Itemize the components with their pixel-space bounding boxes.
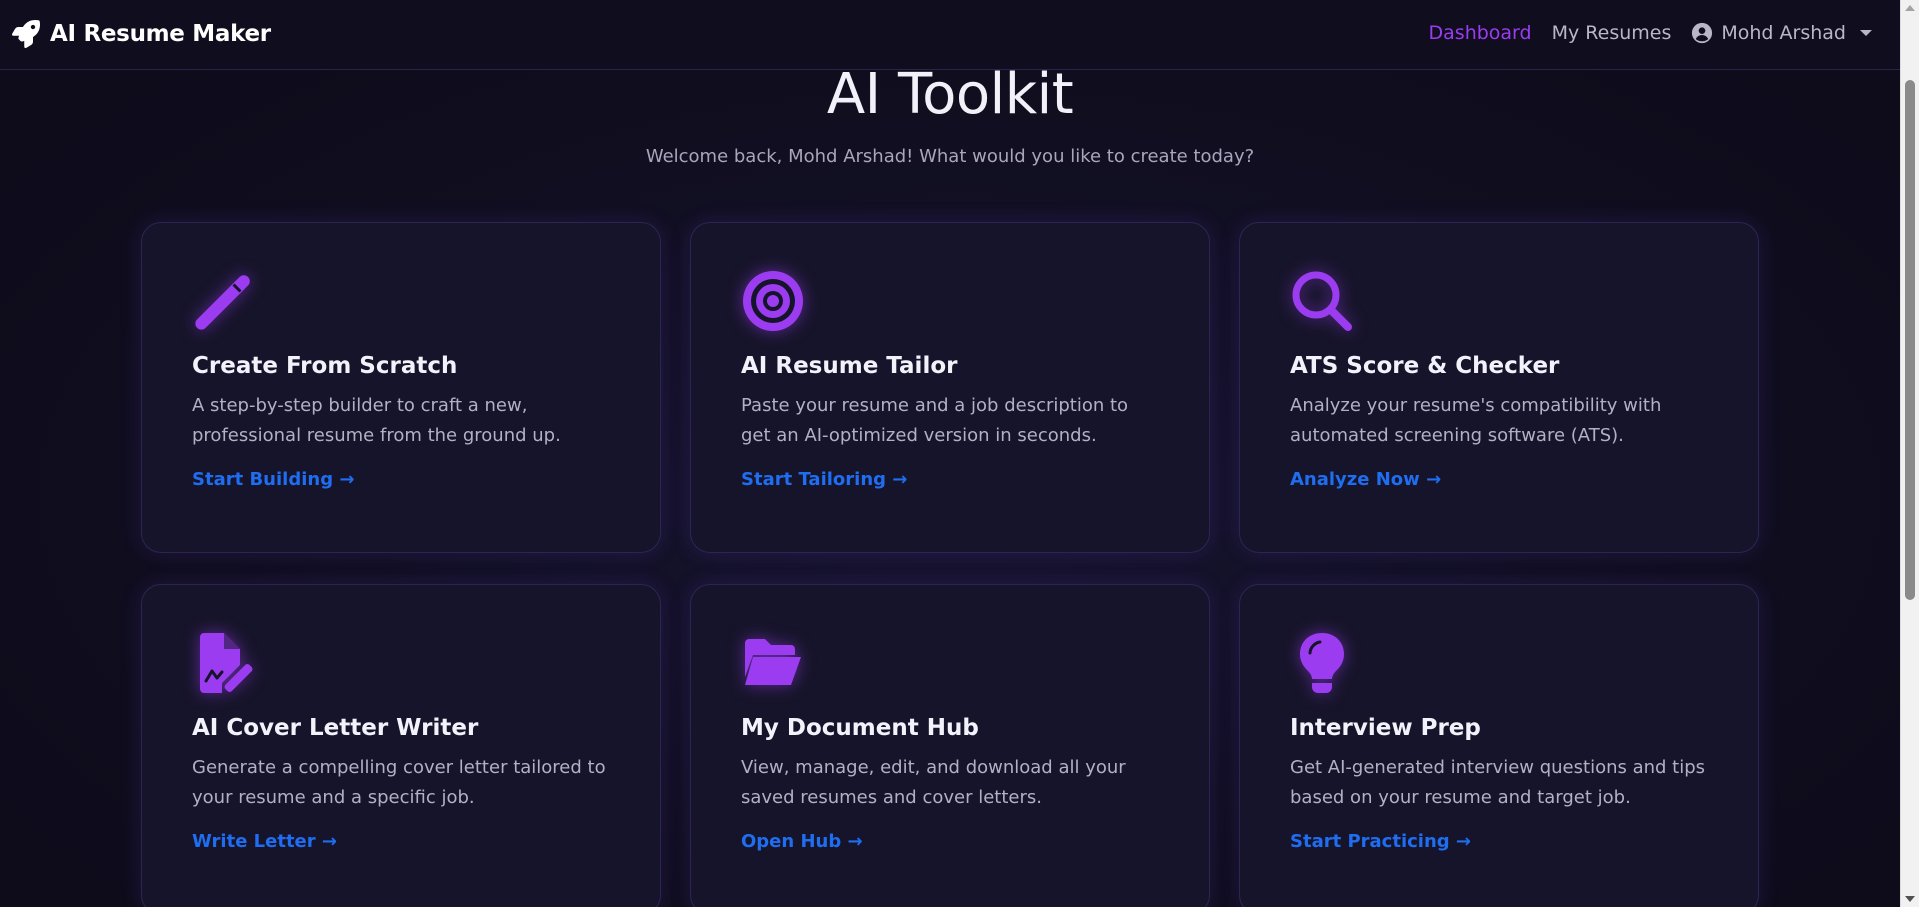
write-letter-link[interactable]: Write Letter → bbox=[192, 831, 337, 852]
brand-name: AI Resume Maker bbox=[50, 21, 271, 47]
analyze-now-link[interactable]: Analyze Now → bbox=[1290, 469, 1441, 490]
scroll-thumb[interactable] bbox=[1905, 80, 1915, 600]
open-hub-link[interactable]: Open Hub → bbox=[741, 831, 863, 852]
card-title: Interview Prep bbox=[1290, 715, 1481, 741]
page-title: AI Toolkit bbox=[826, 62, 1074, 127]
scroll-up-arrow-icon[interactable] bbox=[1905, 5, 1915, 11]
chevron-down-icon bbox=[1860, 30, 1872, 36]
brand-link[interactable]: AI Resume Maker bbox=[12, 20, 271, 48]
lightbulb-icon bbox=[1300, 633, 1344, 693]
card-ai-resume-tailor[interactable]: AI Resume Tailor Paste your resume and a… bbox=[690, 222, 1210, 553]
start-building-link[interactable]: Start Building → bbox=[192, 469, 354, 490]
rocket-icon bbox=[12, 20, 40, 48]
user-circle-icon bbox=[1692, 22, 1713, 44]
folder-open-icon bbox=[745, 639, 801, 685]
start-tailoring-link[interactable]: Start Tailoring → bbox=[741, 469, 907, 490]
card-ai-cover-letter-writer[interactable]: AI Cover Letter Writer Generate a compel… bbox=[141, 584, 661, 907]
page-scrollbar[interactable] bbox=[1900, 0, 1919, 907]
page: AI Resume Maker Dashboard My Resumes Moh… bbox=[0, 0, 1919, 907]
card-title: My Document Hub bbox=[741, 715, 979, 741]
card-ats-score-checker[interactable]: ATS Score & Checker Analyze your resume'… bbox=[1239, 222, 1759, 553]
nav-links: Dashboard My Resumes Mohd Arshad bbox=[1429, 22, 1872, 44]
card-description: View, manage, edit, and download all you… bbox=[741, 757, 1126, 808]
page-subtitle: Welcome back, Mohd Arshad! What would yo… bbox=[645, 146, 1255, 167]
user-name: Mohd Arshad bbox=[1721, 22, 1846, 44]
card-title: Create From Scratch bbox=[192, 353, 458, 379]
start-practicing-link[interactable]: Start Practicing → bbox=[1290, 831, 1471, 852]
card-description: A step-by-step builder to craft a new, p… bbox=[192, 395, 561, 446]
card-create-from-scratch[interactable]: Create From Scratch A step-by-step build… bbox=[141, 222, 661, 553]
user-menu-dropdown[interactable]: Mohd Arshad bbox=[1691, 22, 1872, 44]
card-interview-prep[interactable]: Interview Prep Get AI-generated intervie… bbox=[1239, 584, 1759, 907]
navbar: AI Resume Maker Dashboard My Resumes Moh… bbox=[0, 0, 1900, 70]
toolkit-grid: Create From Scratch A step-by-step build… bbox=[141, 222, 1761, 907]
card-description: Analyze your resume's compatibility with… bbox=[1290, 395, 1662, 446]
card-title: AI Cover Letter Writer bbox=[192, 715, 479, 741]
card-my-document-hub[interactable]: My Document Hub View, manage, edit, and … bbox=[690, 584, 1210, 907]
magic-wand-icon bbox=[195, 275, 250, 330]
card-description: Paste your resume and a job description … bbox=[741, 395, 1129, 446]
nav-link-my-resumes[interactable]: My Resumes bbox=[1552, 22, 1672, 44]
card-title: ATS Score & Checker bbox=[1290, 353, 1560, 379]
file-signature-icon bbox=[200, 633, 253, 693]
magnifier-icon bbox=[1292, 271, 1352, 331]
card-title: AI Resume Tailor bbox=[741, 353, 958, 379]
nav-link-dashboard[interactable]: Dashboard bbox=[1429, 22, 1532, 44]
card-description: Generate a compelling cover letter tailo… bbox=[192, 757, 606, 808]
card-description: Get AI-generated interview questions and… bbox=[1290, 757, 1706, 808]
scroll-down-arrow-icon[interactable] bbox=[1905, 896, 1915, 902]
target-icon bbox=[743, 271, 803, 331]
